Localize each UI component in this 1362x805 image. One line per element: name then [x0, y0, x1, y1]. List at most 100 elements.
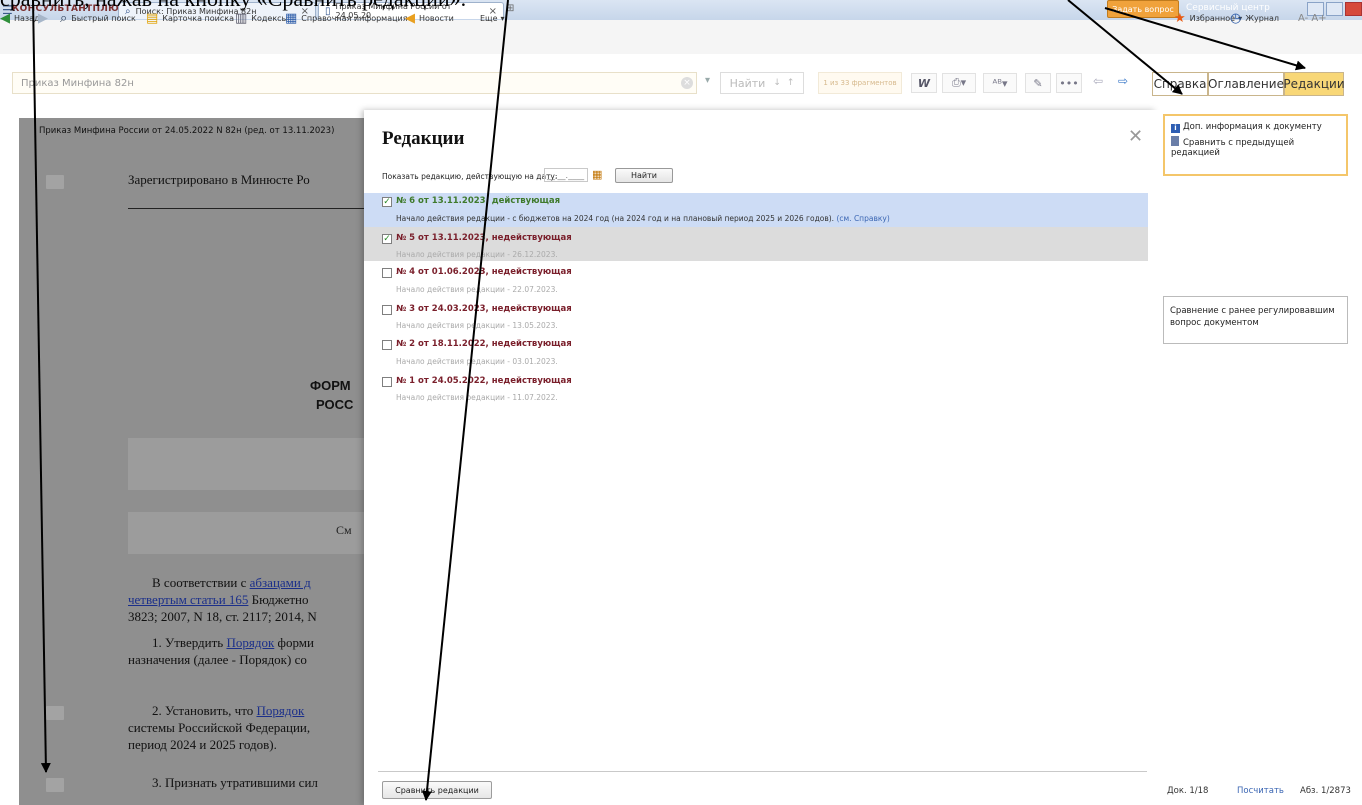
more-menu-button[interactable]: Еще ▾ — [480, 10, 505, 26]
date-input[interactable]: __.__.____ — [544, 168, 588, 182]
new-tab-icon[interactable]: ⊞ — [506, 3, 514, 14]
news-button[interactable]: ◀ Новости — [405, 10, 454, 26]
search-card-button[interactable]: ▤ Карточка поиска — [146, 10, 234, 26]
doc-info-label: Доп. информация к документу — [1183, 122, 1322, 132]
back-label: Назад — [14, 13, 40, 23]
paragraph-line: В соответствии с абзацами д — [152, 575, 311, 591]
find-by-date-button[interactable]: Найти — [615, 168, 673, 183]
codes-label: Кодексы — [251, 13, 288, 23]
document-note-box — [128, 512, 364, 554]
journal-button[interactable]: ◷ Журнал — [1230, 10, 1279, 26]
reference-label: Справочная информация — [301, 13, 408, 23]
quick-search-button[interactable]: ⌕ Быстрый поиск — [60, 10, 136, 26]
document-link[interactable]: четвертым статьи 165 — [128, 592, 248, 607]
word-export-icon[interactable]: W — [911, 73, 937, 93]
revision-checkbox[interactable]: ✓ — [382, 234, 392, 244]
text: В соответствии с — [152, 575, 250, 590]
arrow-right-icon[interactable]: ⇨ — [1118, 74, 1128, 88]
clear-icon[interactable]: × — [681, 77, 693, 89]
search-icon: ⌕ — [60, 10, 68, 26]
tab-help[interactable]: Справка — [1152, 72, 1208, 96]
paragraph-line: период 2024 и 2025 годов). — [128, 737, 277, 752]
compare-redactions-button[interactable]: Сравнить редакции — [382, 781, 492, 799]
chevron-down-icon[interactable]: ▾ — [705, 75, 710, 86]
close-icon[interactable]: ✕ — [1128, 126, 1143, 147]
divider — [378, 771, 1147, 772]
info-marker-icon[interactable] — [46, 175, 64, 189]
right-panel — [1156, 110, 1362, 805]
revision-title[interactable]: № 4 от 01.06.2023, недействующая — [396, 267, 572, 277]
info-marker-icon[interactable] — [46, 706, 64, 720]
revision-subtitle: Начало действия редакции - 26.12.2023. — [396, 250, 558, 259]
document-header: Приказ Минфина России от 24.05.2022 N 82… — [19, 118, 364, 144]
revision-checkbox[interactable] — [382, 305, 392, 315]
favorites-label: Избранное — [1189, 13, 1236, 23]
document-link[interactable]: абзацами д — [250, 575, 311, 590]
paragraph-line: четвертым статьи 165 Бюджетно — [128, 592, 309, 608]
revision-checkbox[interactable]: ✓ — [382, 197, 392, 207]
paragraph-line: 1. Утвердить Порядок форми — [152, 635, 314, 651]
search-card-label: Карточка поиска — [162, 13, 234, 23]
date-label: Показать редакцию, действующую на дату: — [382, 172, 558, 181]
document-heading: ФОРМ — [310, 378, 351, 393]
calendar-icon[interactable]: ▦ — [592, 168, 602, 181]
tab-toc[interactable]: Оглавление — [1208, 72, 1284, 96]
search-input[interactable]: Приказ Минфина 82н — [12, 72, 697, 94]
reference-info-button[interactable]: ▦ Справочная информация — [285, 10, 408, 26]
registration-text: Зарегистрировано в Минюсте Ро — [128, 172, 310, 187]
help-link[interactable]: (см. Справку) — [836, 214, 889, 223]
codes-icon: ▥ — [235, 10, 248, 26]
back-button[interactable]: ◀ Назад — [0, 10, 40, 26]
tab-redactions[interactable]: Редакции — [1283, 72, 1345, 96]
revision-subtitle: Начало действия редакции - 11.07.2022. — [396, 393, 558, 402]
revision-title[interactable]: № 2 от 18.11.2022, недействующая — [396, 339, 572, 349]
star-icon: ★ — [1174, 10, 1186, 26]
compare-regulation-link[interactable]: Сравнение с ранее регулировавшим вопрос … — [1163, 296, 1348, 344]
text: форми — [274, 635, 314, 650]
paragraph-line: 3. Признать утратившими сил — [152, 775, 318, 790]
print-icon[interactable]: ⎙▾ — [942, 73, 976, 93]
forward-button[interactable]: ▶ — [38, 10, 52, 26]
revision-title[interactable]: № 1 от 24.05.2022, недействующая — [396, 376, 572, 386]
dialog-title: Редакции — [382, 128, 465, 149]
comment-icon[interactable]: ✎ — [1025, 73, 1051, 93]
codes-button[interactable]: ▥ Кодексы — [235, 10, 288, 26]
arrow-up-icon[interactable]: ↑ — [787, 78, 795, 88]
more-label: Еще — [480, 13, 498, 23]
info-marker-icon[interactable] — [46, 778, 64, 792]
arrow-left-icon[interactable]: ⇦ — [1093, 74, 1103, 88]
revision-checkbox[interactable] — [382, 268, 392, 278]
paragraph-line: системы Российской Федерации, — [128, 720, 311, 735]
history-icon: ◷ — [1230, 10, 1242, 26]
revision-checkbox[interactable] — [382, 340, 392, 350]
revision-title[interactable]: № 5 от 13.11.2023, недействующая — [396, 233, 572, 243]
find-button[interactable]: Найти ↓ ↑ — [720, 72, 804, 94]
reference-icon: ▦ — [285, 10, 298, 26]
ask-question-button[interactable]: Задать вопрос — [1107, 0, 1179, 18]
count-link[interactable]: Посчитать — [1237, 786, 1284, 796]
revision-subtitle: Начало действия редакции - 22.07.2023. — [396, 285, 558, 294]
language-icon[interactable]: ᴬᴮ▾ — [983, 73, 1017, 93]
revision-subtitle: Начало действия редакции - с бюджетов на… — [396, 214, 890, 223]
revision-title[interactable]: № 6 от 13.11.2023, действующая — [396, 196, 560, 206]
journal-label: Журнал — [1245, 13, 1280, 23]
document-heading: РОСС — [316, 397, 354, 412]
document-link[interactable]: Порядок — [226, 635, 274, 650]
arrow-down-icon[interactable]: ↓ — [773, 78, 781, 88]
info-icon: i — [1171, 124, 1180, 133]
document-link[interactable]: Порядок — [256, 703, 304, 718]
more-tools-icon[interactable]: ••• — [1056, 73, 1082, 93]
find-label: Найти — [729, 76, 766, 90]
revision-title[interactable]: № 3 от 24.03.2023, недействующая — [396, 304, 572, 314]
compare-previous-link[interactable]: Сравнить с предыдущей редакцией — [1171, 136, 1331, 158]
maximize-icon[interactable] — [1326, 2, 1343, 16]
text: 2. Установить, что — [152, 703, 257, 718]
paragraph-line: 3823; 2007, N 18, ст. 2117; 2014, N — [128, 609, 317, 624]
font-size-control[interactable]: A- A+ — [1298, 10, 1327, 26]
doc-info-link[interactable]: i Доп. информация к документу — [1171, 122, 1322, 133]
paragraph-line: назначения (далее - Порядок) со — [128, 652, 307, 667]
revision-checkbox[interactable] — [382, 377, 392, 387]
search-card-icon: ▤ — [146, 10, 159, 26]
close-window-icon[interactable] — [1345, 2, 1362, 16]
arrow-right-icon: ▶ — [38, 10, 48, 26]
